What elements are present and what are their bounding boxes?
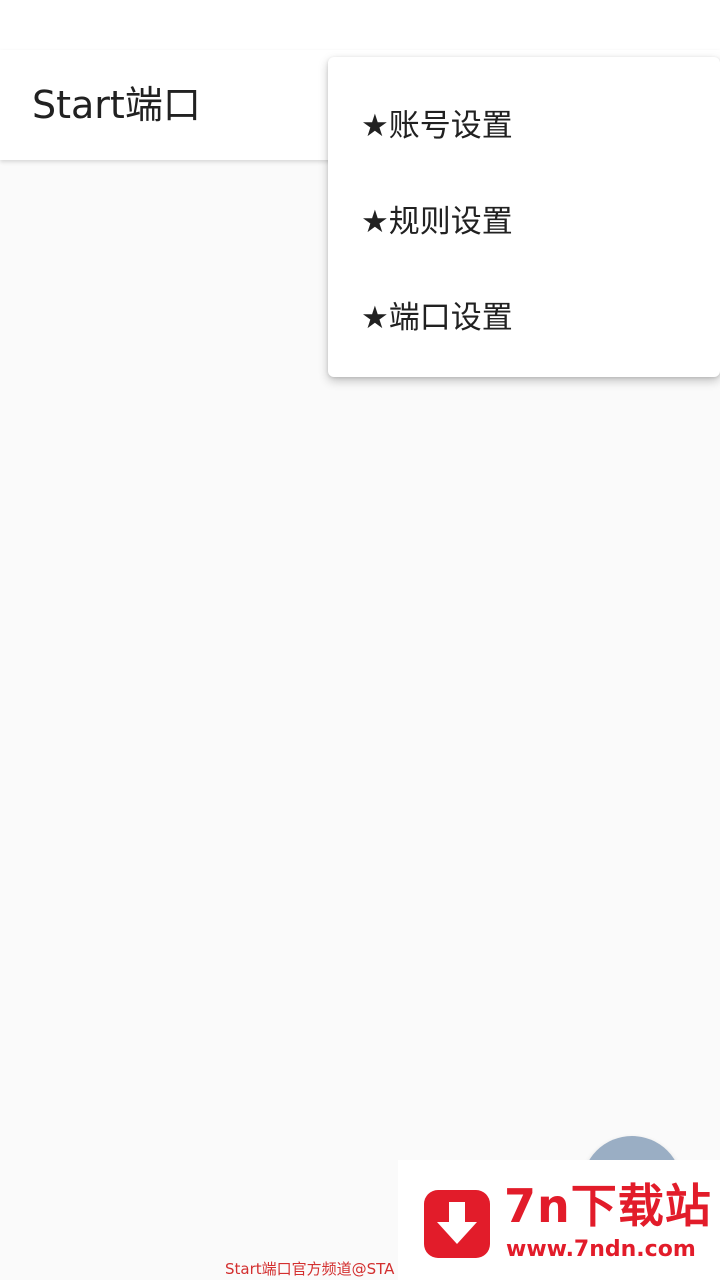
- menu-item-port-settings[interactable]: ★端口设置: [328, 266, 720, 362]
- download-arrow-icon: [424, 1190, 490, 1258]
- watermark-banner: 7n下载站 www.7ndn.com: [398, 1160, 720, 1280]
- channel-caption: Start端口官方频道@STA: [225, 1260, 395, 1278]
- watermark-url: www.7ndn.com: [506, 1237, 696, 1262]
- overflow-menu: ★账号设置 ★规则设置 ★端口设置: [328, 57, 720, 377]
- menu-item-account-settings[interactable]: ★账号设置: [328, 74, 720, 170]
- menu-item-rule-settings[interactable]: ★规则设置: [328, 170, 720, 266]
- watermark-brand: 7n下载站: [504, 1179, 712, 1233]
- app-title: Start端口: [32, 83, 201, 127]
- status-bar: [0, 0, 720, 50]
